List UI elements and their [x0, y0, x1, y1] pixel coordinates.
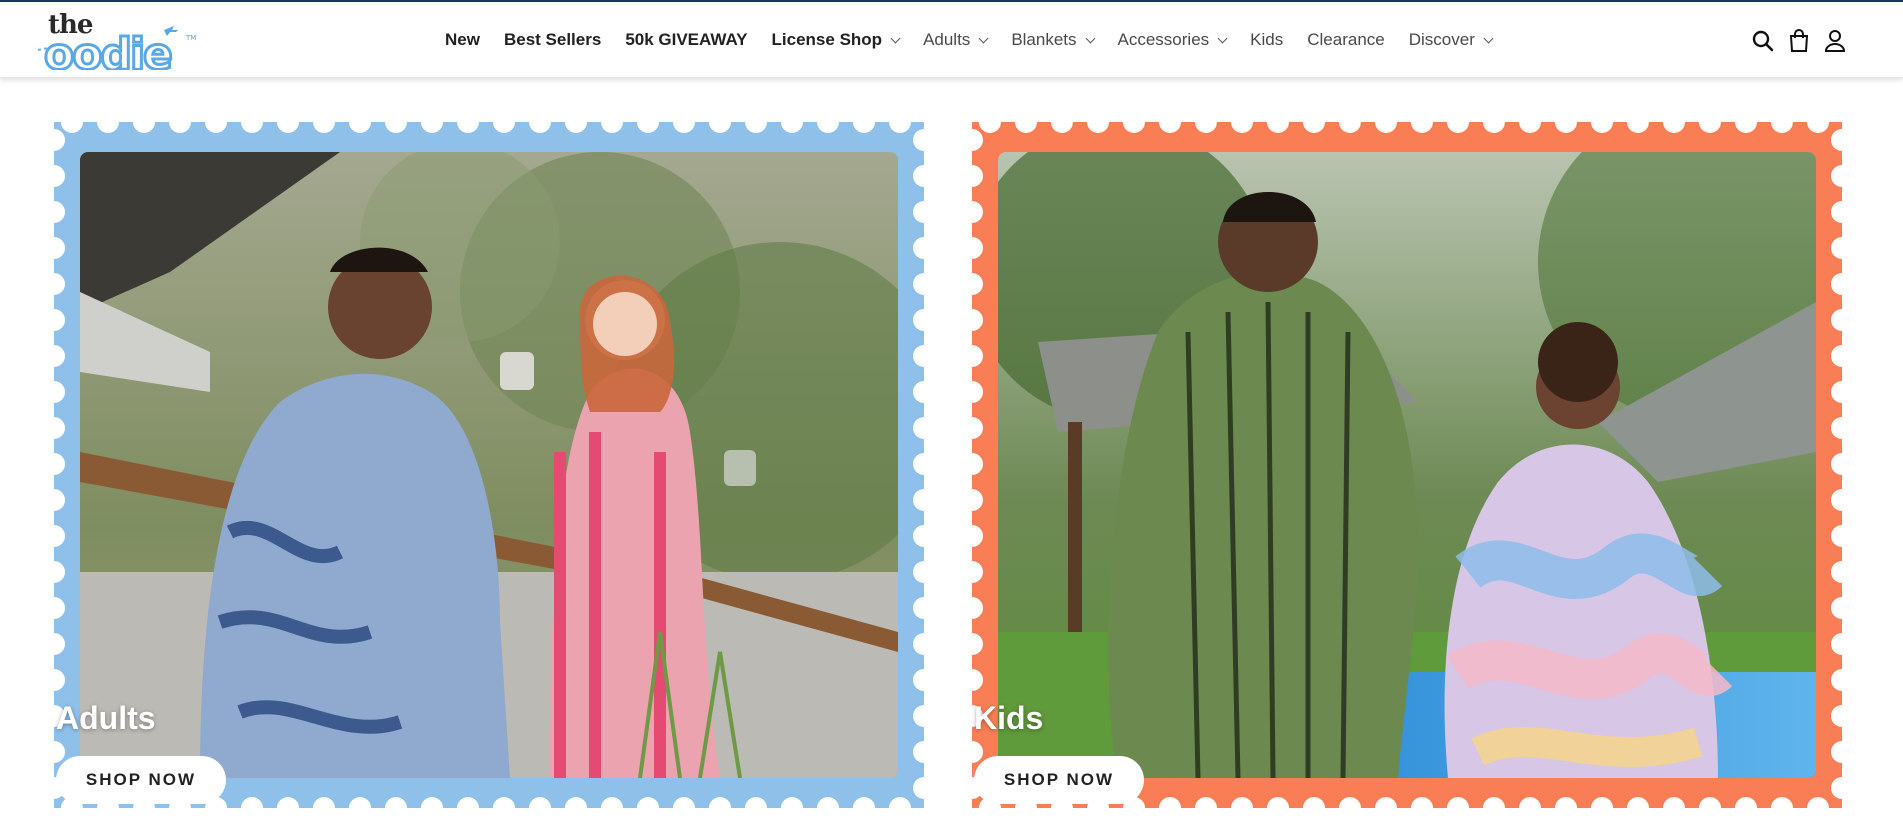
nav-label: Adults: [923, 30, 971, 49]
account-icon[interactable]: [1822, 28, 1848, 54]
nav-item-new[interactable]: New: [445, 30, 480, 50]
adults-photo: [80, 152, 898, 778]
chevron-down-icon: [1085, 33, 1095, 44]
chevron-down-icon: [1217, 33, 1228, 44]
shop-now-kids-button[interactable]: SHOP NOW: [974, 756, 1144, 804]
chevron-down-icon: [890, 33, 901, 44]
main-nav: New Best Sellers 50k GIVEAWAY License Sh…: [445, 24, 1516, 56]
nav-item-blankets[interactable]: Blankets: [1011, 30, 1095, 50]
chevron-down-icon: [978, 33, 989, 44]
nav-item-kids[interactable]: Kids: [1250, 30, 1283, 50]
kids-photo: [998, 152, 1816, 778]
logo-the-word: the: [48, 10, 93, 40]
nav-item-clearance[interactable]: Clearance: [1307, 30, 1385, 50]
search-icon[interactable]: [1750, 28, 1776, 54]
brand-logo[interactable]: oodie TM the: [36, 10, 201, 70]
svg-text:TM: TM: [185, 34, 196, 42]
nav-label: New: [445, 30, 480, 49]
nav-item-best-sellers[interactable]: Best Sellers: [504, 30, 601, 50]
cart-icon[interactable]: [1786, 28, 1812, 54]
nav-item-license-shop[interactable]: License Shop: [771, 30, 901, 50]
nav-label: Blankets: [1011, 30, 1077, 49]
category-title: Kids: [974, 700, 1044, 736]
category-card-kids[interactable]: Kids SHOP NOW: [972, 122, 1842, 808]
nav-label: Kids: [1250, 30, 1284, 49]
nav-item-discover[interactable]: Discover: [1408, 30, 1494, 50]
nav-item-giveaway[interactable]: 50k GIVEAWAY: [625, 30, 747, 50]
nav-label: Accessories: [1117, 30, 1210, 49]
category-title: Adults: [56, 700, 156, 736]
chevron-down-icon: [1483, 33, 1494, 44]
category-card-adults[interactable]: Adults SHOP NOW: [54, 122, 924, 808]
nav-label: Best Sellers: [503, 30, 602, 49]
site-header: oodie TM the New Best Sellers 50k GIVEAW…: [0, 2, 1903, 78]
nav-label: Clearance: [1307, 30, 1385, 49]
nav-item-adults[interactable]: Adults: [923, 30, 989, 50]
nav-label: License Shop: [771, 30, 883, 49]
shop-now-adults-button[interactable]: SHOP NOW: [56, 756, 226, 804]
nav-label: 50k GIVEAWAY: [625, 30, 748, 49]
header-actions: [1750, 28, 1858, 54]
nav-item-accessories[interactable]: Accessories: [1117, 30, 1228, 50]
nav-label: Discover: [1408, 30, 1475, 49]
